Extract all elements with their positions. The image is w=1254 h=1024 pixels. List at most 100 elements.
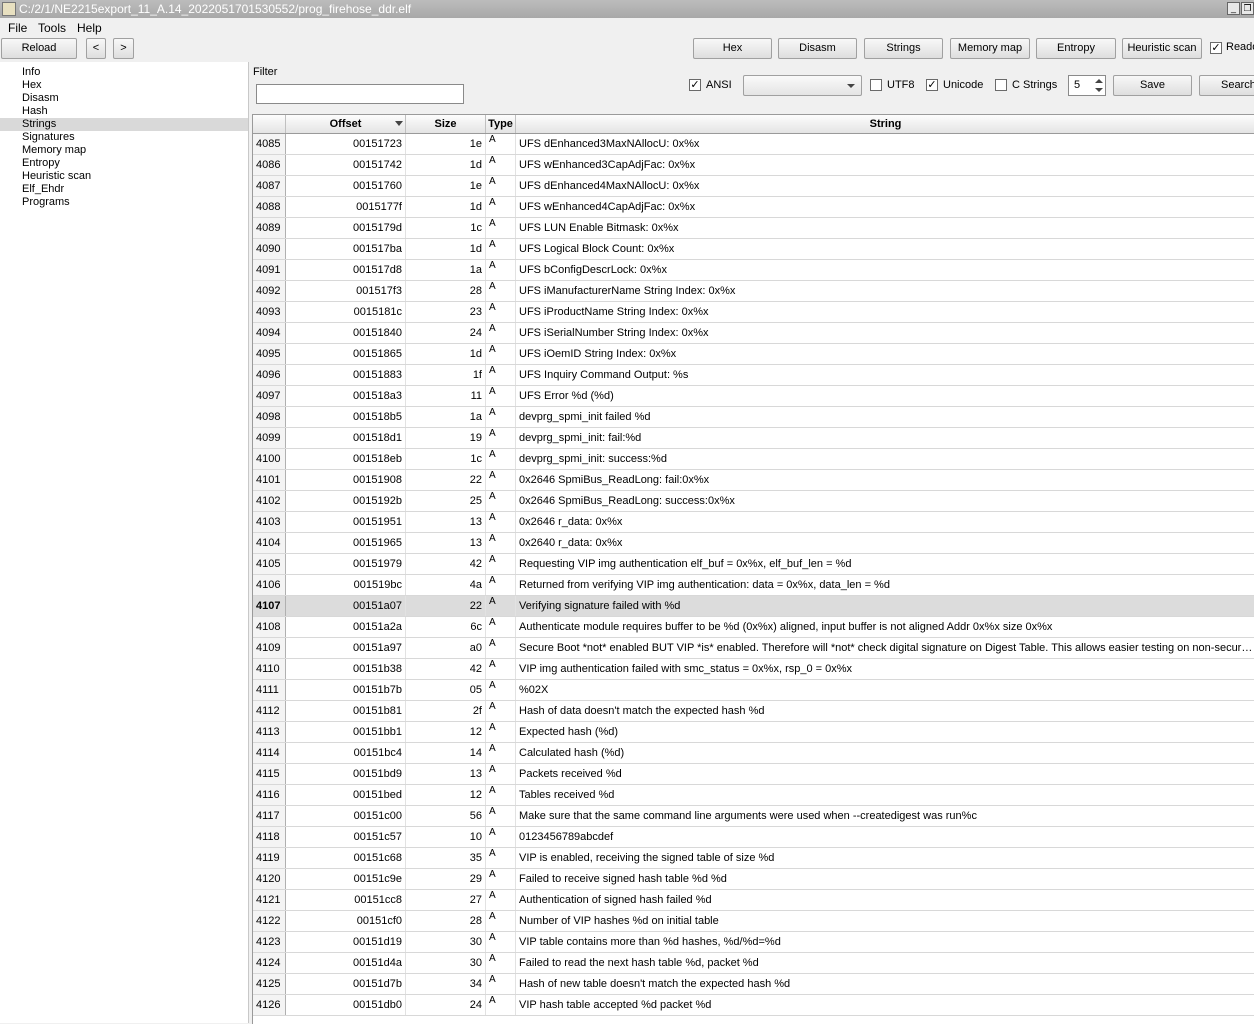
table-row[interactable]: 4099 001518d1 19 Adevprg_spmi_init: fail:%d (253, 428, 1254, 449)
table-row[interactable]: 4094 00151840 24 A UFS iSerialNumber String … (253, 323, 1254, 344)
sidebar-item-strings[interactable]: Strings (0, 118, 248, 131)
table-row[interactable]: 4120 00151c9e 29 A Failed to receive signed … (253, 869, 1254, 890)
sidebar-item-disasm[interactable]: Disasm (0, 92, 248, 105)
type-cell: A (486, 596, 516, 616)
table-row[interactable]: 4100 001518eb 1c Adevprg_spmi_init: success… (253, 449, 1254, 470)
offset-cell: 00151a2a (286, 617, 406, 637)
memory-map-view-button[interactable]: Memory map (950, 38, 1030, 59)
menu-file[interactable]: File (8, 21, 27, 35)
offset-cell: 00151bb1 (286, 722, 406, 742)
sidebar-item-heuristic-scan[interactable]: Heuristic scan (0, 170, 248, 183)
table-row[interactable]: 4125 00151d7b 34 A Hash of new table doesn't… (253, 974, 1254, 995)
save-button[interactable]: Save (1113, 75, 1192, 96)
heuristic-scan-view-button[interactable]: Heuristic scan (1122, 38, 1202, 59)
table-row[interactable]: 4102 0015192b 25 A 0x2646 SpmiBus_ReadLong: … (253, 491, 1254, 512)
readonly-checkbox[interactable]: ✓ (1210, 42, 1222, 54)
unicode-checkbox[interactable]: ✓ (926, 79, 938, 91)
offset-cell: 001518eb (286, 449, 406, 469)
table-row[interactable]: 4092 001517f3 28 A UFS iManufacturerName Str… (253, 281, 1254, 302)
reload-button[interactable]: Reload (1, 38, 77, 59)
string-cell: 0x2640 r_data: 0x%x (519, 537, 623, 549)
disasm-view-button[interactable]: Disasm (778, 38, 857, 59)
sidebar-item-hex[interactable]: Hex (0, 79, 248, 92)
table-row[interactable]: 4086 00151742 1d A UFS wEnhanced3CapAdjFac: … (253, 155, 1254, 176)
table-row[interactable]: 4107 00151a07 22 A Verifying signature faile… (253, 596, 1254, 617)
table-row[interactable]: 4085 00151723 1e A UFS dEnhanced3MaxNAllocU:… (253, 134, 1254, 155)
sidebar-item-info[interactable]: Info (0, 66, 248, 79)
sidebar-item-memory-map[interactable]: Memory map (0, 144, 248, 157)
offset-cell: 00151db0 (286, 995, 406, 1015)
table-row[interactable]: 4089 0015179d 1c A UFS LUN Enable Bitmask: 0… (253, 218, 1254, 239)
table-row[interactable]: 4087 00151760 1e A UFS dEnhanced4MaxNAllocU:… (253, 176, 1254, 197)
type-cell: A (486, 491, 516, 511)
table-row[interactable]: 4114 00151bc4 14 A Calculated hash (%d) (253, 743, 1254, 764)
strings-view-button[interactable]: Strings (864, 38, 943, 59)
type-cell: A (486, 365, 516, 385)
hex-view-button[interactable]: Hex (693, 38, 772, 59)
table-row[interactable]: 4104 00151965 13 A 0x2640 r_data: 0x%x (253, 533, 1254, 554)
offset-cell: 001518d1 (286, 428, 406, 448)
table-row[interactable]: 4098 001518b5 1a Adevprg_spmi_init failed %… (253, 407, 1254, 428)
table-row[interactable]: 4113 00151bb1 12 A Expected hash (%d) (253, 722, 1254, 743)
size-cell: 25 (406, 491, 486, 511)
table-row[interactable]: 4103 00151951 13 A 0x2646 r_data: 0x%x (253, 512, 1254, 533)
offset-cell: 001517f3 (286, 281, 406, 301)
search-button[interactable]: Search (1199, 75, 1254, 96)
row-number-cell: 4121 (253, 890, 286, 910)
table-row[interactable]: 4105 00151979 42 A Requesting VIP img authen… (253, 554, 1254, 575)
filter-input[interactable] (256, 84, 464, 104)
sidebar-item-elf-ehdr[interactable]: Elf_Ehdr (0, 183, 248, 196)
forward-button[interactable]: > (113, 38, 134, 59)
restore-icon[interactable]: ❐ (1241, 2, 1254, 15)
header-type[interactable]: Type (486, 115, 516, 133)
table-row[interactable]: 4110 00151b38 42 A VIP img authentication fa… (253, 659, 1254, 680)
table-row[interactable]: 4101 00151908 22 A 0x2646 SpmiBus_ReadLong: … (253, 470, 1254, 491)
spin-up-icon[interactable] (1094, 77, 1104, 86)
back-button[interactable]: < (86, 38, 106, 59)
table-row[interactable]: 4091 001517d8 1a A UFS bConfigDescrLock: 0x%… (253, 260, 1254, 281)
spin-down-icon[interactable] (1094, 86, 1104, 95)
menu-help[interactable]: Help (77, 21, 102, 35)
table-row[interactable]: 4097 001518a3 11 A UFS Error %d (%d) (253, 386, 1254, 407)
header-size[interactable]: Size (406, 115, 486, 133)
size-cell: 56 (406, 806, 486, 826)
sidebar-item-entropy[interactable]: Entropy (0, 157, 248, 170)
header-offset[interactable]: Offset (286, 115, 406, 133)
table-row[interactable]: 4119 00151c68 35 A VIP is enabled, receiving… (253, 848, 1254, 869)
encoding-select[interactable] (743, 75, 862, 96)
table-row[interactable]: 4090 001517ba 1d A UFS Logical Block Count: … (253, 239, 1254, 260)
table-row[interactable]: 4096 00151883 1f A UFS Inquiry Command Outpu… (253, 365, 1254, 386)
utf8-checkbox[interactable] (870, 79, 882, 91)
minimize-icon[interactable]: _ (1227, 2, 1240, 15)
min-length-spinbox[interactable]: 5 (1068, 75, 1106, 96)
table-row[interactable]: 4118 00151c57 10 A 0123456789abcdef (253, 827, 1254, 848)
table-row[interactable]: 4124 00151d4a 30 A Failed to read the next h… (253, 953, 1254, 974)
table-row[interactable]: 4126 00151db0 24 A VIP hash table accepted %… (253, 995, 1254, 1016)
size-cell: 19 (406, 428, 486, 448)
table-row[interactable]: 4123 00151d19 30 A VIP table contains more t… (253, 932, 1254, 953)
menu-tools[interactable]: Tools (38, 21, 66, 35)
table-row[interactable]: 4111 00151b7b 05 A %02X (253, 680, 1254, 701)
table-row[interactable]: 4121 00151cc8 27 A Authentication of signed … (253, 890, 1254, 911)
table-row[interactable]: 4093 0015181c 23 A UFS iProductName String I… (253, 302, 1254, 323)
entropy-view-button[interactable]: Entropy (1036, 38, 1116, 59)
table-row[interactable]: 4109 00151a97 a0 A Secure Boot *not* enabled… (253, 638, 1254, 659)
table-row[interactable]: 4115 00151bd9 13 A Packets received %d (253, 764, 1254, 785)
sidebar-item-programs[interactable]: Programs (0, 196, 248, 209)
table-row[interactable]: 4117 00151c00 56 A Make sure that the same c… (253, 806, 1254, 827)
table-row[interactable]: 4108 00151a2a 6c A Authenticate module requi… (253, 617, 1254, 638)
c-strings-checkbox[interactable] (995, 79, 1007, 91)
table-row[interactable]: 4088 0015177f 1d A UFS wEnhanced4CapAdjFac: … (253, 197, 1254, 218)
table-row[interactable]: 4095 00151865 1d A UFS iOemID String Index: … (253, 344, 1254, 365)
offset-cell: 00151b7b (286, 680, 406, 700)
offset-cell: 00151c00 (286, 806, 406, 826)
header-string[interactable]: String (516, 115, 1254, 133)
table-row[interactable]: 4112 00151b81 2f A Hash of data doesn't matc… (253, 701, 1254, 722)
ansi-checkbox[interactable]: ✓ (689, 79, 701, 91)
sidebar-item-signatures[interactable]: Signatures (0, 131, 248, 144)
table-row[interactable]: 4106 001519bc 4a A Returned from verifying V… (253, 575, 1254, 596)
sidebar-item-hash[interactable]: Hash (0, 105, 248, 118)
table-row[interactable]: 4116 00151bed 12 A Tables received %d (253, 785, 1254, 806)
table-row[interactable]: 4122 00151cf0 28 A Number of VIP hashes %d o… (253, 911, 1254, 932)
ansi-label: ANSI (706, 79, 732, 91)
